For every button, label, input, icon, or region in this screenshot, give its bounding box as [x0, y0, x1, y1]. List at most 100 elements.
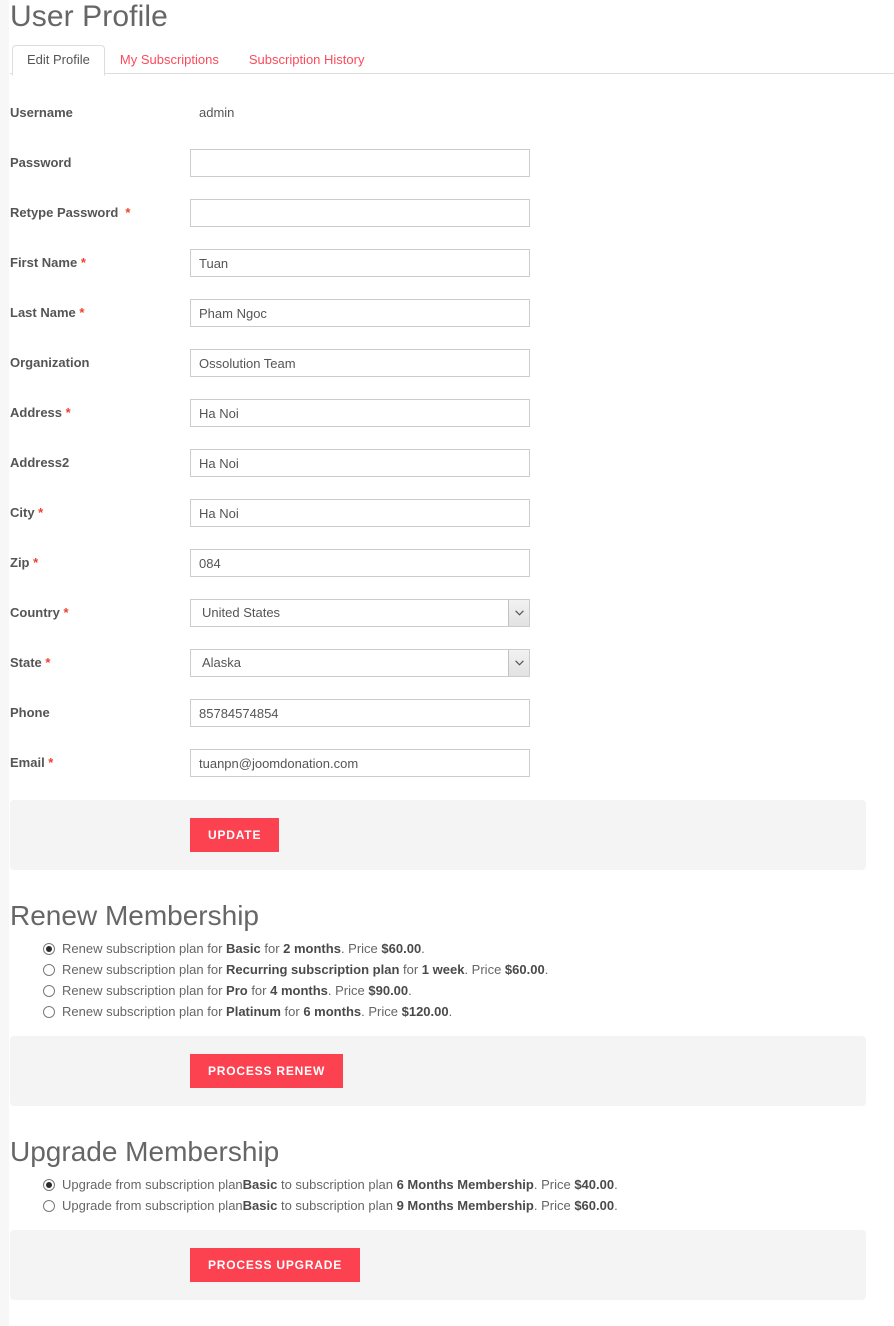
label-phone: Phone [10, 705, 190, 721]
label-email: Email * [10, 755, 190, 771]
country-select-value[interactable]: United States [190, 599, 530, 627]
label-address2: Address2 [10, 455, 190, 471]
label-text: Address [10, 405, 63, 420]
emphasis-text: $120.00 [401, 1004, 449, 1019]
label-text: Phone [10, 705, 50, 720]
plain-text: . [544, 962, 549, 977]
renew-radio[interactable] [43, 985, 55, 997]
label-text: First Name [10, 255, 78, 270]
emphasis-text: $60.00 [381, 941, 422, 956]
zip-input[interactable] [190, 549, 530, 577]
label-text: Organization [10, 355, 90, 370]
upgrade-option[interactable]: Upgrade from subscription planBasic to s… [10, 1195, 894, 1216]
plain-text: Upgrade from subscription plan [62, 1177, 243, 1192]
tab-subscription-history[interactable]: Subscription History [234, 45, 380, 76]
form-row-zip: Zip * [10, 538, 894, 588]
renew-radio[interactable] [43, 943, 55, 955]
renew-radio[interactable] [43, 1006, 55, 1018]
emphasis-text: $40.00 [574, 1177, 615, 1192]
password-input[interactable] [190, 149, 530, 177]
process-renew-button[interactable]: Process Renew [190, 1054, 344, 1088]
form-row-city: City * [10, 488, 894, 538]
control-zip [190, 549, 530, 577]
label-text: Address2 [10, 455, 70, 470]
upgrade-options-list: Upgrade from subscription planBasic to s… [10, 1174, 894, 1218]
form-row-retype-password: Retype Password * [10, 188, 894, 238]
renew-option[interactable]: Renew subscription plan for Recurring su… [10, 959, 894, 980]
emphasis-text: 6 months [303, 1004, 362, 1019]
label-country: Country * [10, 605, 190, 621]
required-indicator: * [125, 205, 131, 220]
control-city [190, 499, 530, 527]
process-upgrade-button[interactable]: Process Upgrade [190, 1248, 361, 1282]
renew-option-label[interactable]: Renew subscription plan for Pro for 4 mo… [40, 981, 412, 1000]
last-name-input[interactable] [190, 299, 530, 327]
plain-text: . Price [327, 983, 369, 998]
plain-text: . Price [361, 1004, 402, 1019]
country-select[interactable]: United States [190, 599, 530, 627]
control-password [190, 149, 530, 177]
label-text: Retype Password [10, 205, 119, 220]
renew-option-label[interactable]: Renew subscription plan for Platinum for… [40, 1002, 452, 1021]
upgrade-radio[interactable] [43, 1179, 55, 1191]
label-last-name: Last Name * [10, 305, 190, 321]
upgrade-option-label[interactable]: Upgrade from subscription planBasic to s… [40, 1196, 618, 1215]
control-organization [190, 349, 530, 377]
plain-text: for [399, 962, 422, 977]
control-address [190, 399, 530, 427]
process-upgrade-action-panel: Process Upgrade [10, 1230, 866, 1300]
label-text: Email [10, 755, 45, 770]
organization-input[interactable] [190, 349, 530, 377]
emphasis-text: $90.00 [368, 983, 409, 998]
renew-option-label[interactable]: Renew subscription plan for Recurring su… [40, 960, 548, 979]
plain-text: . Price [464, 962, 505, 977]
tab-edit-profile[interactable]: Edit Profile [12, 45, 105, 76]
label-retype-password: Retype Password * [10, 205, 190, 221]
address-input[interactable] [190, 399, 530, 427]
emphasis-text: 2 months [283, 941, 341, 956]
upgrade-radio[interactable] [43, 1200, 55, 1212]
control-last-name [190, 299, 530, 327]
upgrade-option[interactable]: Upgrade from subscription planBasic to s… [10, 1174, 894, 1195]
plain-text: . Price [340, 941, 382, 956]
renew-option[interactable]: Renew subscription plan for Pro for 4 mo… [10, 980, 894, 1001]
emphasis-text: $60.00 [504, 962, 545, 977]
upgrade-option-label[interactable]: Upgrade from subscription planBasic to s… [40, 1175, 618, 1194]
renew-options-list: Renew subscription plan for Basic for 2 … [10, 938, 894, 1024]
profile-tabs: Edit Profile My Subscriptions Subscription… [10, 44, 894, 76]
email-input[interactable] [190, 749, 530, 777]
tab-my-subscriptions[interactable]: My Subscriptions [105, 45, 234, 76]
renew-radio[interactable] [43, 964, 55, 976]
plain-text: Renew subscription plan for [62, 1004, 227, 1019]
form-row-phone: Phone [10, 688, 894, 738]
state-select-value[interactable]: Alaska [190, 649, 530, 677]
retype-password-input[interactable] [190, 199, 530, 227]
plain-text: for [280, 1004, 304, 1019]
process-renew-action-panel: Process Renew [10, 1036, 866, 1106]
renew-option-label[interactable]: Renew subscription plan for Basic for 2 … [40, 939, 425, 958]
control-username: admin [190, 105, 234, 121]
plain-text: . [408, 983, 412, 998]
emphasis-text: 6 Months Membership [396, 1177, 534, 1192]
update-button[interactable]: Update [190, 818, 280, 852]
state-select[interactable]: Alaska [190, 649, 530, 677]
plain-text: . [614, 1177, 618, 1192]
renew-option[interactable]: Renew subscription plan for Platinum for… [10, 1001, 894, 1022]
plain-text: . [614, 1198, 618, 1213]
username-value: admin [199, 105, 235, 120]
label-text: State [10, 655, 42, 670]
city-input[interactable] [190, 499, 530, 527]
update-action-panel: Update [10, 800, 866, 870]
first-name-input[interactable] [190, 249, 530, 277]
bottom-spacer [10, 1300, 894, 1314]
emphasis-text: Basic [242, 1177, 278, 1192]
address2-input[interactable] [190, 449, 530, 477]
plain-text: Renew subscription plan for [62, 983, 227, 998]
phone-input[interactable] [190, 699, 530, 727]
plain-text: . Price [533, 1198, 575, 1213]
renew-option[interactable]: Renew subscription plan for Basic for 2 … [10, 938, 894, 959]
form-row-country: Country * United States [10, 588, 894, 638]
plain-text: . [448, 1004, 453, 1019]
form-row-username: Username admin [10, 88, 894, 138]
plain-text: to subscription plan [277, 1177, 397, 1192]
